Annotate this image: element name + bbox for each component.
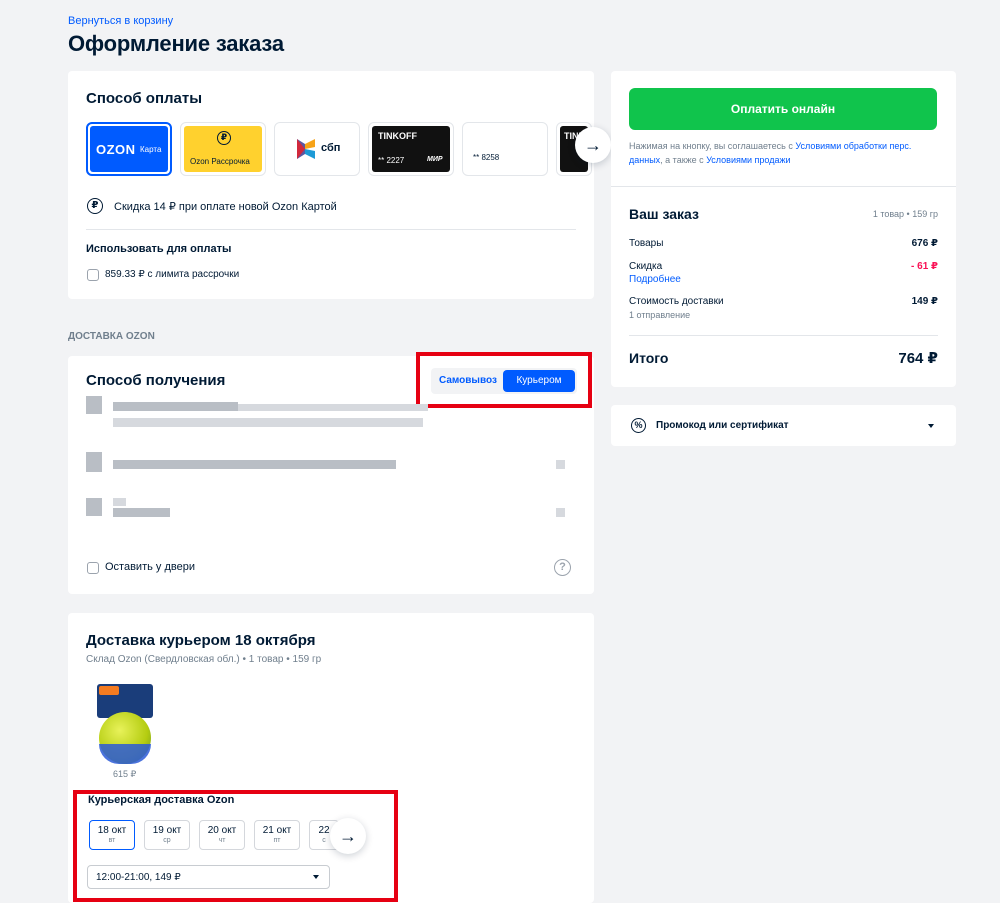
chevron-down-icon[interactable] (928, 424, 934, 428)
divider (629, 335, 938, 336)
blurred-address-block (113, 498, 126, 506)
goods-row: Товары 676 ₽ (629, 238, 938, 249)
leave-at-door-label: Оставить у двери (105, 561, 195, 573)
blurred-address-block (238, 404, 428, 411)
total-value: 764 ₽ (898, 350, 938, 367)
back-to-cart-link[interactable]: Вернуться в корзину (68, 15, 173, 27)
sbp-logo-icon (297, 139, 315, 159)
order-title: Ваш заказ (629, 206, 699, 222)
dates-next-arrow-button[interactable]: → (330, 818, 366, 854)
tinkoff-logo: TINKOFF (378, 131, 417, 141)
time-slot-select[interactable]: 12:00-21:00, 149 ₽ (87, 865, 330, 889)
blurred-address-block (113, 402, 238, 411)
payment-sbp[interactable]: сбп (274, 122, 360, 176)
courier-delivery-title: Доставка курьером 18 октября (86, 632, 316, 649)
order-meta: 1 товар • 159 гр (872, 209, 938, 219)
courier-option[interactable]: Курьером (503, 370, 575, 392)
sale-terms-link[interactable]: Условиями продажи (706, 155, 790, 165)
date-option[interactable]: 18 окт вт (89, 820, 135, 850)
installment-checkbox[interactable] (87, 269, 99, 281)
mir-logo: МИР (427, 156, 443, 163)
discount-percent-icon: % (631, 418, 646, 433)
courier-delivery-subtitle: Склад Ozon (Свердловская обл.) • 1 товар… (86, 654, 322, 665)
product-image[interactable] (95, 684, 155, 769)
courier-section-title: Курьерская доставка Ozon (88, 794, 235, 806)
discount-details-link[interactable]: Подробнее (629, 274, 681, 285)
date-option[interactable]: 20 окт чт (199, 820, 245, 850)
payment-tinkoff-2227[interactable]: TINKOFF ** 2227 МИР (368, 122, 454, 176)
shipping-row: Стоимость доставки 149 ₽ (629, 296, 938, 307)
goods-label: Товары (629, 238, 664, 249)
delivery-section-label: ДОСТАВКА OZON (68, 331, 155, 342)
discount-info-text: Скидка 14 ₽ при оплате новой Ozon Картой (114, 201, 337, 213)
discount-label: Скидка (629, 261, 663, 272)
blurred-address-block (86, 396, 102, 414)
consent-text: Нажимая на кнопку, вы соглашаетесь с Усл… (629, 141, 912, 165)
page-title: Оформление заказа (68, 31, 284, 56)
promo-label: Промокод или сертификат (656, 420, 789, 431)
date-option[interactable]: 21 окт пт (254, 820, 300, 850)
payment-title: Способ оплаты (86, 90, 203, 107)
leave-at-door-checkbox[interactable] (87, 562, 99, 574)
discount-value: - 61 ₽ (911, 261, 938, 272)
ruble-coin-icon: ₽ (217, 131, 231, 145)
nerf-logo (99, 686, 119, 695)
blurred-address-block (86, 452, 102, 472)
shipping-label: Стоимость доставки (629, 296, 724, 307)
installment-option-label: 859.33 ₽ с лимита рассрочки (105, 269, 240, 280)
product-price: 615 ₽ (113, 769, 137, 779)
installment-label: Ozon Рассрочка (190, 157, 250, 166)
shipping-value: 149 ₽ (911, 296, 938, 307)
payment-ozon-card[interactable]: OZON Карта (86, 122, 172, 176)
discount-row: Скидка - 61 ₽ (629, 261, 938, 272)
pickup-option[interactable]: Самовывоз (439, 375, 497, 386)
blurred-address-block (113, 508, 170, 517)
date-option[interactable]: 19 окт ср (144, 820, 190, 850)
sbp-label: сбп (321, 142, 341, 154)
use-for-payment-label: Использовать для оплаты (86, 243, 232, 255)
payment-next-arrow-button[interactable]: → (575, 127, 611, 163)
blurred-address-block (86, 498, 102, 516)
ruble-coin-icon: ₽ (87, 198, 103, 214)
card-masked-number: ** 2227 (378, 156, 405, 165)
blurred-address-block (556, 508, 565, 517)
time-slot-value: 12:00-21:00, 149 ₽ (96, 872, 181, 883)
blurred-address-block (113, 418, 423, 427)
goods-value: 676 ₽ (911, 238, 938, 249)
shipping-sub: 1 отправление (629, 310, 691, 320)
divider (611, 186, 956, 187)
product-ball-stripe (99, 744, 151, 764)
blurred-address-block (556, 460, 565, 469)
chevron-down-icon (313, 875, 319, 879)
ozon-card-label: Карта (140, 145, 162, 154)
help-icon[interactable]: ? (554, 559, 571, 576)
card-masked-number: ** 8258 (473, 153, 500, 162)
ozon-logo: OZON (96, 142, 136, 157)
payment-ozon-installment[interactable]: ₽ Ozon Рассрочка (180, 122, 266, 176)
blurred-address-block (113, 460, 396, 469)
pay-online-button[interactable]: Оплатить онлайн (629, 88, 937, 130)
receiving-title: Способ получения (86, 372, 226, 389)
payment-card-8258[interactable]: ** 8258 (462, 122, 548, 176)
total-label: Итого (629, 350, 669, 366)
divider (86, 229, 576, 230)
